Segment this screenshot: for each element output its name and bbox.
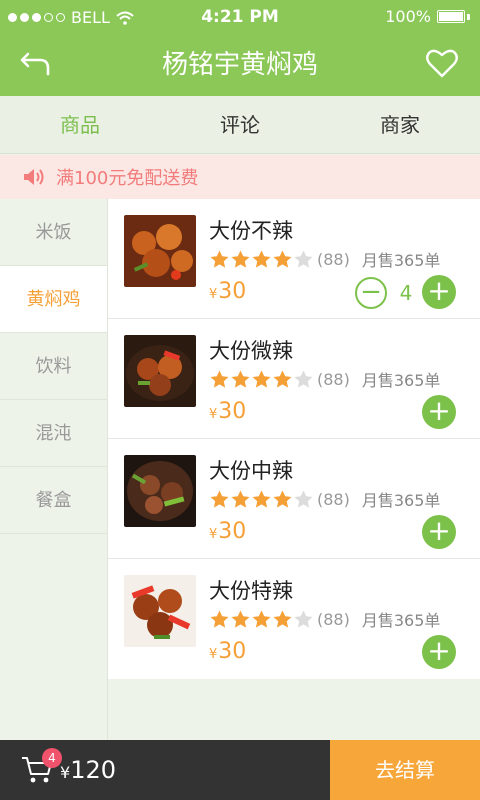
star-icon xyxy=(210,610,229,628)
star-rating xyxy=(209,609,314,630)
battery-label: 100% xyxy=(385,7,431,26)
dish-image xyxy=(124,335,196,407)
product-name: 大份微辣 xyxy=(209,339,293,363)
dish-image xyxy=(124,215,196,287)
product-item[interactable]: 大份微辣 (88) 月售365单 ¥30 + xyxy=(108,319,480,439)
product-item[interactable]: 大份不辣 (88) 月售365单 ¥30 − 4 + xyxy=(108,199,480,319)
star-icon xyxy=(294,250,313,268)
cart-total: ¥120 xyxy=(60,756,116,784)
monthly-sales: 月售365单 xyxy=(361,251,441,270)
checkout-button[interactable]: 去结算 xyxy=(330,740,480,800)
header: BELL 4:21 PM 100% 杨铭宇黄焖鸡 xyxy=(0,0,480,96)
star-icon xyxy=(210,370,229,388)
star-icon xyxy=(294,610,313,628)
star-icon xyxy=(252,490,271,508)
review-count: (88) xyxy=(317,609,350,629)
rating: (88) 月售365单 xyxy=(209,487,440,511)
promo-notice: 满100元免配送费 xyxy=(0,155,480,199)
sidebar-item-drinks[interactable]: 饮料 xyxy=(0,333,107,400)
sidebar-item-wonton[interactable]: 混沌 xyxy=(0,400,107,467)
star-icon xyxy=(273,370,292,388)
star-rating xyxy=(209,369,314,390)
product-item[interactable]: 大份特辣 (88) 月售365单 ¥30 + xyxy=(108,559,480,679)
tab-merchant[interactable]: 商家 xyxy=(320,96,480,153)
star-icon xyxy=(231,370,250,388)
star-icon xyxy=(231,610,250,628)
star-icon xyxy=(231,490,250,508)
review-count: (88) xyxy=(317,249,350,269)
battery-icon xyxy=(437,10,465,23)
rating: (88) 月售365单 xyxy=(209,367,440,391)
star-icon xyxy=(252,370,271,388)
star-icon xyxy=(252,610,271,628)
speaker-icon xyxy=(24,169,44,185)
star-rating xyxy=(209,249,314,270)
heart-icon[interactable] xyxy=(424,45,460,81)
add-button[interactable]: + xyxy=(422,515,456,549)
monthly-sales: 月售365单 xyxy=(361,611,441,630)
review-count: (88) xyxy=(317,369,350,389)
sidebar-item-boxes[interactable]: 餐盒 xyxy=(0,467,107,534)
page-title: 杨铭宇黄焖鸡 xyxy=(161,50,318,80)
sidebar-item-rice[interactable]: 米饭 xyxy=(0,199,107,266)
tab-reviews[interactable]: 评论 xyxy=(160,96,320,153)
price: ¥30 xyxy=(209,279,247,304)
cart-bar: 4 ¥120 去结算 xyxy=(0,740,480,800)
tab-goods[interactable]: 商品 xyxy=(0,96,160,153)
star-icon xyxy=(273,250,292,268)
star-icon xyxy=(210,250,229,268)
promo-text: 满100元免配送费 xyxy=(56,168,199,189)
sidebar-item-braised-chicken[interactable]: 黄焖鸡 xyxy=(0,266,107,333)
dish-image xyxy=(124,575,196,647)
product-list: 大份不辣 (88) 月售365单 ¥30 − 4 + 大份微辣 (88) 月售3… xyxy=(108,199,480,679)
price: ¥30 xyxy=(209,519,247,544)
star-icon xyxy=(252,250,271,268)
status-bar: BELL 4:21 PM 100% xyxy=(0,0,480,34)
monthly-sales: 月售365单 xyxy=(361,371,441,390)
add-button[interactable]: + xyxy=(422,635,456,669)
price: ¥30 xyxy=(209,639,247,664)
quantity: 4 xyxy=(399,281,413,305)
category-sidebar: 米饭 黄焖鸡 饮料 混沌 餐盒 xyxy=(0,199,108,740)
review-count: (88) xyxy=(317,489,350,509)
dish-image xyxy=(124,455,196,527)
star-icon xyxy=(273,610,292,628)
price: ¥30 xyxy=(209,399,247,424)
star-icon xyxy=(210,490,229,508)
star-icon xyxy=(294,370,313,388)
product-name: 大份不辣 xyxy=(209,219,293,243)
decrease-button[interactable]: − xyxy=(355,277,387,309)
star-icon xyxy=(231,250,250,268)
monthly-sales: 月售365单 xyxy=(361,491,441,510)
rating: (88) 月售365单 xyxy=(209,247,440,271)
add-button[interactable]: + xyxy=(422,395,456,429)
star-icon xyxy=(294,490,313,508)
product-name: 大份中辣 xyxy=(209,459,293,483)
star-icon xyxy=(273,490,292,508)
product-item[interactable]: 大份中辣 (88) 月售365单 ¥30 + xyxy=(108,439,480,559)
cart-count-badge: 4 xyxy=(42,748,62,768)
add-button[interactable]: + xyxy=(422,275,456,309)
rating: (88) 月售365单 xyxy=(209,607,440,631)
star-rating xyxy=(209,489,314,510)
product-name: 大份特辣 xyxy=(209,579,293,603)
tab-bar: 商品 评论 商家 xyxy=(0,96,480,154)
